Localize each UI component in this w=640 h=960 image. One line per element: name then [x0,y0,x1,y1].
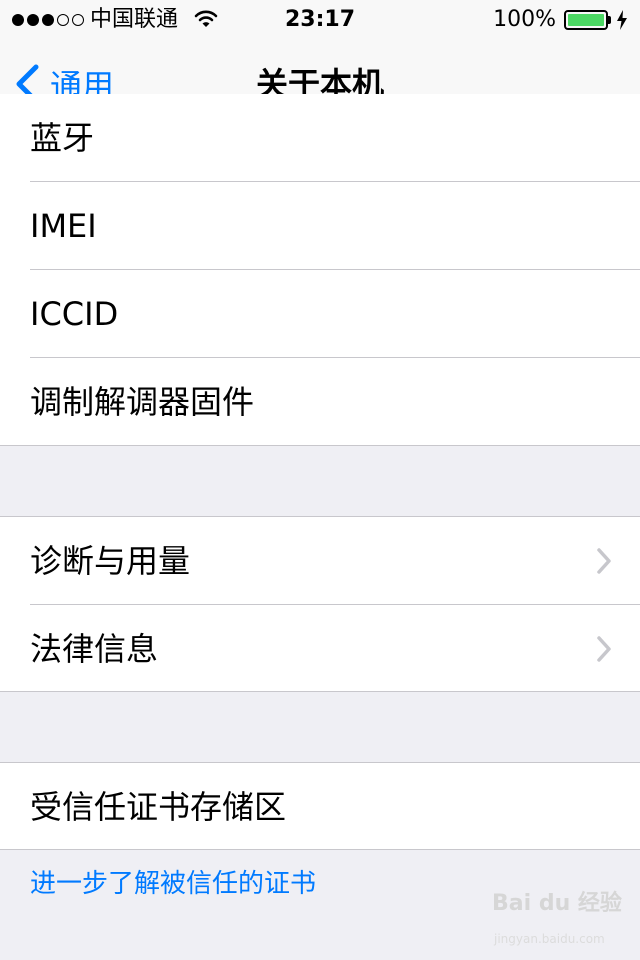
row-label: 法律信息 [30,630,159,668]
row-label: 蓝牙 [30,119,95,157]
battery-level [568,14,604,26]
row-label: 调制解调器固件 [30,383,255,421]
charging-icon [616,10,628,34]
status-bar: 中国联通 23:17 100% [0,0,640,40]
list-item-modem-firmware[interactable]: 调制解调器固件 [0,358,640,446]
device-info-group: 蓝牙 IMEI ICCID 调制解调器固件 [0,94,640,446]
list-item-trust-store[interactable]: 受信任证书存储区 [0,763,640,851]
trust-store-group: 受信任证书存储区 [0,762,640,850]
chevron-right-icon [597,548,611,574]
list-item-iccid[interactable]: ICCID [0,270,640,358]
row-label: 诊断与用量 [30,542,191,580]
list-item-bluetooth[interactable]: 蓝牙 [0,94,640,182]
chevron-right-icon [597,636,611,662]
battery-icon [564,10,608,30]
battery-tip [608,16,611,24]
diagnostics-legal-group: 诊断与用量 法律信息 [0,516,640,692]
list-item-diagnostics-usage[interactable]: 诊断与用量 [0,517,640,605]
watermark-url: jingyan.baidu.com [494,932,605,946]
row-label: ICCID [30,295,119,333]
list-item-legal-info[interactable]: 法律信息 [0,605,640,693]
watermark-logo: Bai du 经验 [492,891,622,916]
battery-percentage: 100% [493,7,556,32]
learn-more-certificates-link[interactable]: 进一步了解被信任的证书 [30,866,316,902]
row-label: IMEI [30,207,97,245]
list-item-imei[interactable]: IMEI [0,182,640,270]
row-label: 受信任证书存储区 [30,788,287,826]
